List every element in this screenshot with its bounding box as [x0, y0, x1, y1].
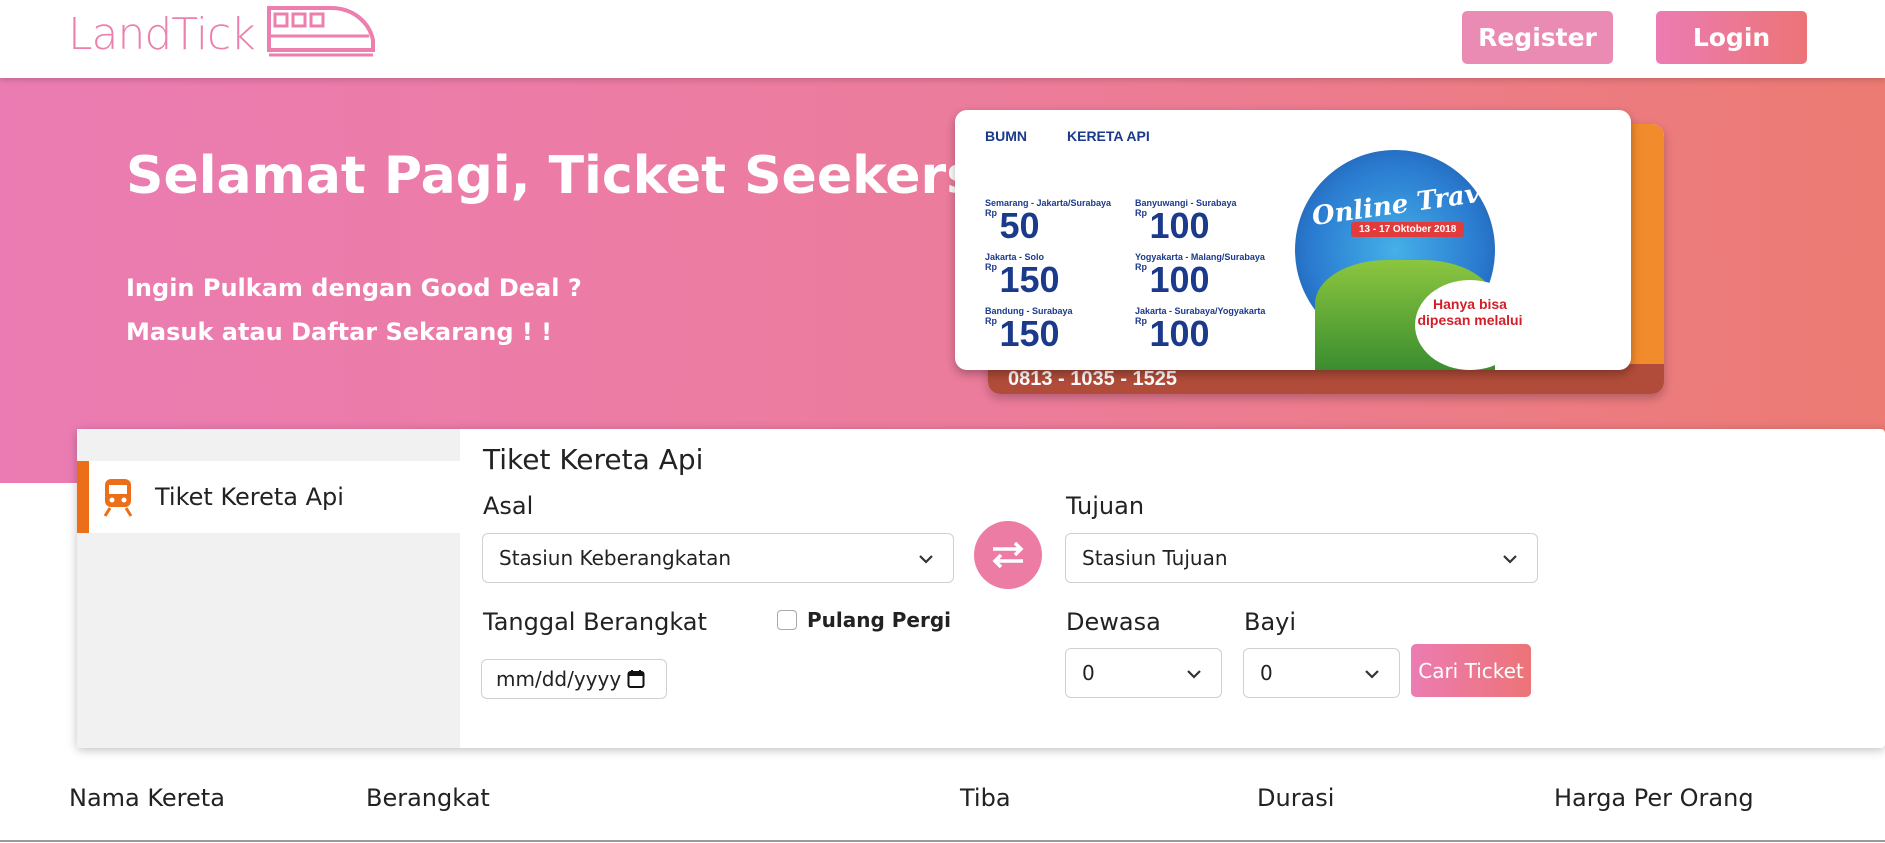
asal-select[interactable]: Stasiun Keberangkatan — [482, 533, 954, 583]
hero-banner: Selamat Pagi, Ticket Seekers ! Ingin Pul… — [0, 78, 1885, 483]
chevron-down-icon — [919, 555, 933, 564]
bayi-value: 0 — [1260, 661, 1273, 685]
chevron-down-icon — [1187, 670, 1201, 679]
hero-subtitle-1: Ingin Pulkam dengan Good Deal ? — [126, 274, 582, 302]
dewasa-select[interactable]: 0 — [1065, 648, 1222, 698]
column-header: Harga Per Orang — [1554, 784, 1754, 812]
chevron-down-icon — [1503, 555, 1517, 564]
promo-route: Banyuwangi - Surabaya Rp 100 — [1135, 198, 1237, 246]
cari-ticket-button[interactable]: Cari Ticket — [1411, 644, 1531, 697]
promo-route: Semarang - Jakarta/Surabaya Rp 50 — [985, 198, 1112, 246]
pulang-pergi-label[interactable]: Pulang Pergi — [807, 608, 951, 632]
bayi-select[interactable]: 0 — [1243, 648, 1400, 698]
tujuan-select[interactable]: Stasiun Tujuan — [1065, 533, 1538, 583]
asal-label: Asal — [483, 492, 534, 520]
logo[interactable]: LandTick — [68, 4, 375, 64]
swap-icon — [992, 541, 1024, 569]
column-header: Durasi — [1257, 784, 1335, 812]
promo-route: Bandung - Surabaya Rp 150 — [985, 306, 1073, 354]
promo-card[interactable]: BUMN KERETA API Semarang - Jakarta/Surab… — [955, 110, 1631, 370]
login-button[interactable]: Login — [1656, 11, 1807, 64]
date-input[interactable]: mm/dd/yyyy — [481, 659, 667, 699]
asal-value: Stasiun Keberangkatan — [499, 546, 732, 570]
promo-route: Yogyakarta - Malang/Surabaya Rp 100 — [1135, 252, 1265, 300]
bayi-label: Bayi — [1244, 608, 1297, 636]
form-title: Tiket Kereta Api — [483, 443, 704, 476]
logo-text: LandTick — [68, 8, 256, 60]
register-button[interactable]: Register — [1462, 11, 1613, 64]
pulang-pergi-checkbox[interactable] — [777, 610, 797, 630]
train-logo-icon — [266, 6, 375, 57]
promo-route: Jakarta - Solo Rp 150 — [985, 252, 1060, 300]
bumn-logo: BUMN — [985, 128, 1027, 144]
promo-routes: Semarang - Jakarta/Surabaya Rp 50 Banyuwa… — [985, 198, 1275, 352]
hanya-bubble: Hanya bisa dipesan melalui — [1415, 280, 1525, 370]
travel-fair-date: 13 - 17 Oktober 2018 — [1351, 222, 1465, 237]
dewasa-value: 0 — [1082, 661, 1095, 685]
train-icon — [103, 479, 133, 517]
date-value: mm/dd/yyyy — [496, 667, 622, 691]
column-header: Berangkat — [366, 784, 490, 812]
tab-kereta-api[interactable]: Tiket Kereta Api — [77, 461, 460, 533]
swap-stations-button[interactable] — [974, 521, 1042, 589]
promo-route: Jakarta - Surabaya/Yogyakarta Rp 100 — [1135, 306, 1266, 354]
search-card: Tiket Kereta Api Tiket Kereta Api Asal S… — [77, 429, 1885, 748]
tab-label: Tiket Kereta Api — [155, 483, 344, 511]
column-header: Tiba — [960, 784, 1011, 812]
kai-logo: KERETA API — [1067, 128, 1150, 144]
tujuan-value: Stasiun Tujuan — [1082, 546, 1228, 570]
tanggal-label: Tanggal Berangkat — [483, 608, 707, 636]
column-header: Nama Kereta — [69, 784, 225, 812]
tujuan-label: Tujuan — [1066, 492, 1145, 520]
calendar-icon[interactable] — [627, 669, 645, 689]
navbar: LandTick Register Login — [0, 0, 1885, 78]
chevron-down-icon — [1365, 670, 1379, 679]
tab-column: Tiket Kereta Api — [77, 429, 460, 748]
promo-logos: BUMN KERETA API — [985, 128, 1150, 144]
hero-subtitle-2: Masuk atau Daftar Sekarang ! ! — [126, 318, 553, 346]
hero-title: Selamat Pagi, Ticket Seekers ! — [126, 146, 1019, 206]
dewasa-label: Dewasa — [1066, 608, 1161, 636]
results-table-header: Nama Kereta Berangkat Tiba Durasi Harga … — [0, 780, 1885, 842]
